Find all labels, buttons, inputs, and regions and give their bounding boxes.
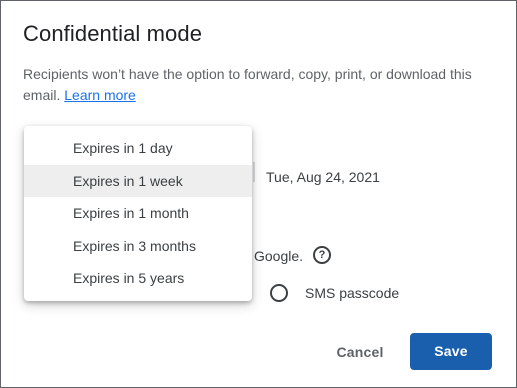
help-icon[interactable]: ?: [313, 246, 331, 264]
menu-item-5-years[interactable]: Expires in 5 years: [24, 262, 252, 295]
menu-item-3-months[interactable]: Expires in 3 months: [24, 230, 252, 263]
expiry-date-text: Tue, Aug 24, 2021: [266, 169, 380, 185]
cancel-button[interactable]: Cancel: [324, 335, 396, 369]
learn-more-link[interactable]: Learn more: [64, 87, 136, 103]
expiry-dropdown-menu: Expires in 1 day Expires in 1 week Expir…: [24, 126, 252, 301]
menu-item-1-month[interactable]: Expires in 1 month: [24, 197, 252, 230]
menu-item-1-week[interactable]: Expires in 1 week: [24, 164, 252, 197]
sms-passcode-label[interactable]: SMS passcode: [305, 285, 399, 301]
menu-scrollbar[interactable]: [253, 162, 255, 182]
sms-passcode-radio[interactable]: [270, 284, 288, 302]
save-button[interactable]: Save: [410, 333, 492, 370]
menu-item-1-day[interactable]: Expires in 1 day: [24, 132, 252, 165]
dialog-description: Recipients won’t have the option to forw…: [23, 64, 493, 106]
confidential-mode-dialog: Confidential mode Recipients won’t have …: [0, 0, 517, 388]
passcode-description-text: Google.: [254, 248, 304, 264]
dialog-title: Confidential mode: [23, 21, 203, 46]
